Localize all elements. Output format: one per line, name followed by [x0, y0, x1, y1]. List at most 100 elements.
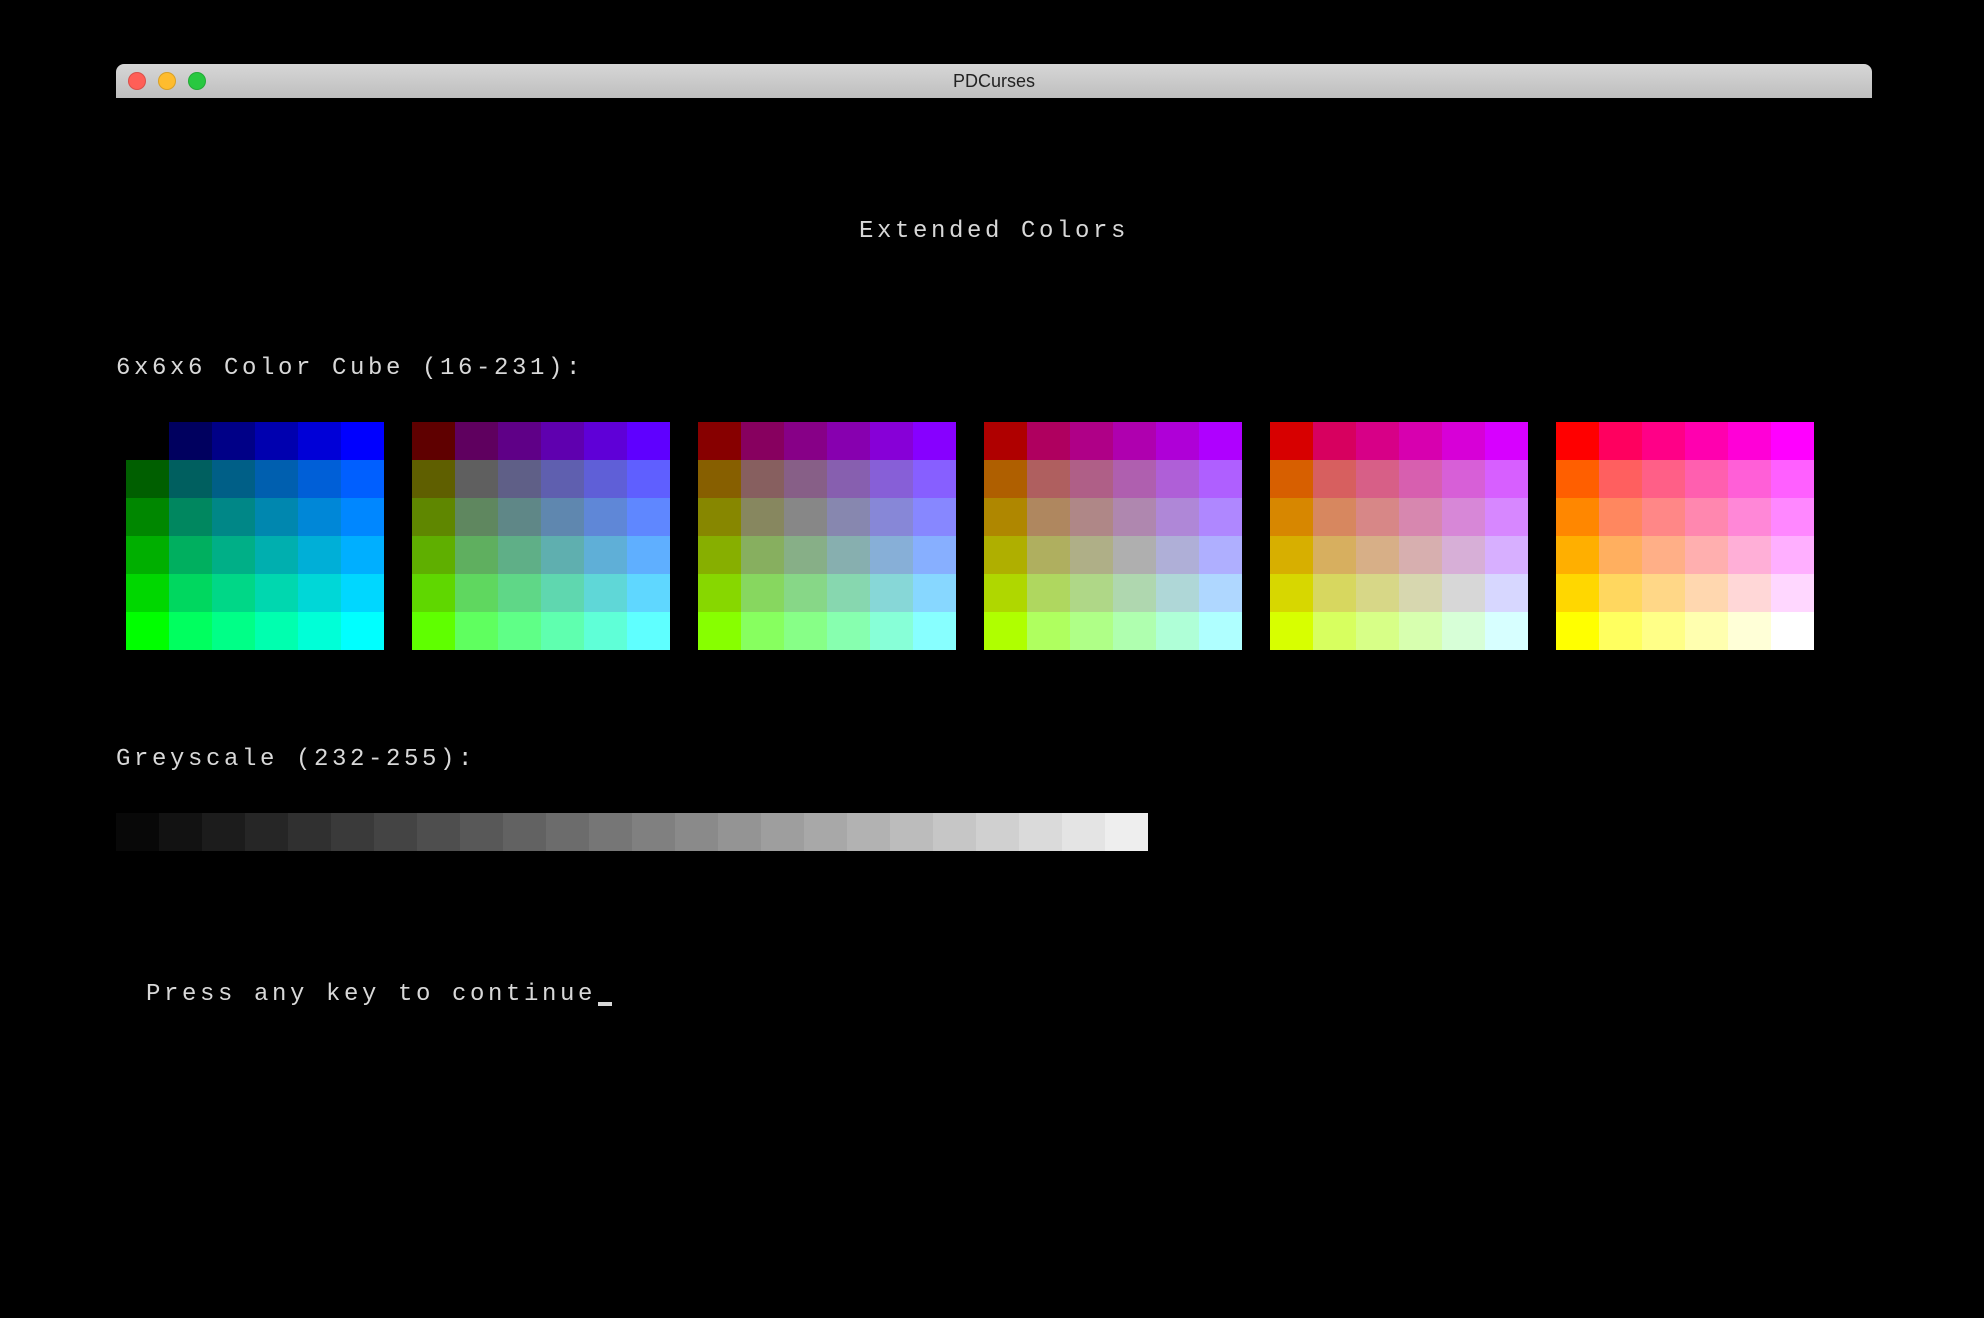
color-swatch: [913, 422, 956, 460]
color-cube-row: [984, 498, 1242, 536]
color-swatch: [255, 574, 298, 612]
color-cube-row: [412, 536, 670, 574]
color-swatch: [1599, 498, 1642, 536]
color-swatch: [627, 498, 670, 536]
color-swatch: [1599, 460, 1642, 498]
color-swatch: [1070, 574, 1113, 612]
color-swatch: [1728, 498, 1771, 536]
color-swatch: [870, 574, 913, 612]
color-swatch: [1485, 536, 1528, 574]
color-swatch: [169, 536, 212, 574]
color-swatch: [627, 460, 670, 498]
color-swatch: [1771, 498, 1814, 536]
color-swatch: [1485, 498, 1528, 536]
grey-swatch: [1062, 813, 1105, 851]
color-swatch: [298, 422, 341, 460]
color-swatch: [827, 536, 870, 574]
close-icon[interactable]: [128, 72, 146, 90]
color-swatch: [1728, 574, 1771, 612]
color-swatch: [1399, 612, 1442, 650]
color-swatch: [541, 574, 584, 612]
color-cube-row: [984, 612, 1242, 650]
terminal-content[interactable]: Extended Colors 6x6x6 Color Cube (16-231…: [116, 98, 1872, 1008]
grey-swatch: [761, 813, 804, 851]
color-swatch: [169, 422, 212, 460]
color-cube-row: [1270, 422, 1528, 460]
color-swatch: [541, 612, 584, 650]
color-cube-row: [698, 612, 956, 650]
grey-swatch: [589, 813, 632, 851]
color-swatch: [412, 536, 455, 574]
color-cube-row: [1556, 574, 1814, 612]
color-swatch: [1599, 612, 1642, 650]
color-cube-slab: [984, 422, 1242, 650]
color-swatch: [741, 498, 784, 536]
color-swatch: [698, 422, 741, 460]
color-swatch: [913, 574, 956, 612]
color-cube-label: 6x6x6 Color Cube (16-231):: [116, 355, 1872, 382]
color-swatch: [255, 460, 298, 498]
color-swatch: [126, 460, 169, 498]
color-swatch: [1270, 422, 1313, 460]
color-swatch: [455, 536, 498, 574]
color-swatch: [1356, 422, 1399, 460]
color-swatch: [1199, 574, 1242, 612]
color-swatch: [1270, 536, 1313, 574]
color-swatch: [1485, 460, 1528, 498]
color-swatch: [126, 574, 169, 612]
color-swatch: [627, 574, 670, 612]
color-swatch: [1070, 498, 1113, 536]
color-swatch: [1027, 612, 1070, 650]
color-swatch: [298, 460, 341, 498]
color-swatch: [784, 574, 827, 612]
color-swatch: [1642, 498, 1685, 536]
grey-swatch: [460, 813, 503, 851]
color-cube-row: [412, 612, 670, 650]
color-swatch: [1356, 536, 1399, 574]
color-swatch: [1113, 498, 1156, 536]
color-swatch: [827, 574, 870, 612]
color-swatch: [255, 536, 298, 574]
color-swatch: [1442, 612, 1485, 650]
color-swatch: [1356, 460, 1399, 498]
color-swatch: [1356, 574, 1399, 612]
color-swatch: [984, 422, 1027, 460]
color-cube-row: [126, 574, 384, 612]
color-swatch: [698, 612, 741, 650]
color-swatch: [1356, 612, 1399, 650]
color-swatch: [1728, 460, 1771, 498]
window-titlebar: PDCurses: [116, 64, 1872, 98]
minimize-icon[interactable]: [158, 72, 176, 90]
color-swatch: [1556, 498, 1599, 536]
grey-swatch: [1019, 813, 1062, 851]
color-swatch: [412, 498, 455, 536]
color-swatch: [1485, 612, 1528, 650]
maximize-icon[interactable]: [188, 72, 206, 90]
color-swatch: [627, 612, 670, 650]
color-swatch: [827, 422, 870, 460]
window-title: PDCurses: [116, 71, 1872, 92]
color-swatch: [1199, 460, 1242, 498]
color-swatch: [1313, 460, 1356, 498]
grey-swatch: [245, 813, 288, 851]
color-cube-row: [1270, 612, 1528, 650]
color-swatch: [1313, 536, 1356, 574]
grey-swatch: [933, 813, 976, 851]
color-swatch: [212, 460, 255, 498]
window-controls: [128, 72, 206, 90]
color-cube-row: [1556, 498, 1814, 536]
color-swatch: [1771, 536, 1814, 574]
color-swatch: [984, 574, 1027, 612]
color-cube-row: [698, 536, 956, 574]
color-swatch: [1399, 536, 1442, 574]
color-cube: [126, 422, 1872, 650]
color-cube-row: [698, 574, 956, 612]
color-cube-row: [412, 574, 670, 612]
color-swatch: [1270, 574, 1313, 612]
color-swatch: [1156, 574, 1199, 612]
color-swatch: [341, 460, 384, 498]
greyscale-ramp: [116, 813, 1872, 851]
color-swatch: [741, 574, 784, 612]
color-swatch: [541, 460, 584, 498]
color-swatch: [298, 498, 341, 536]
